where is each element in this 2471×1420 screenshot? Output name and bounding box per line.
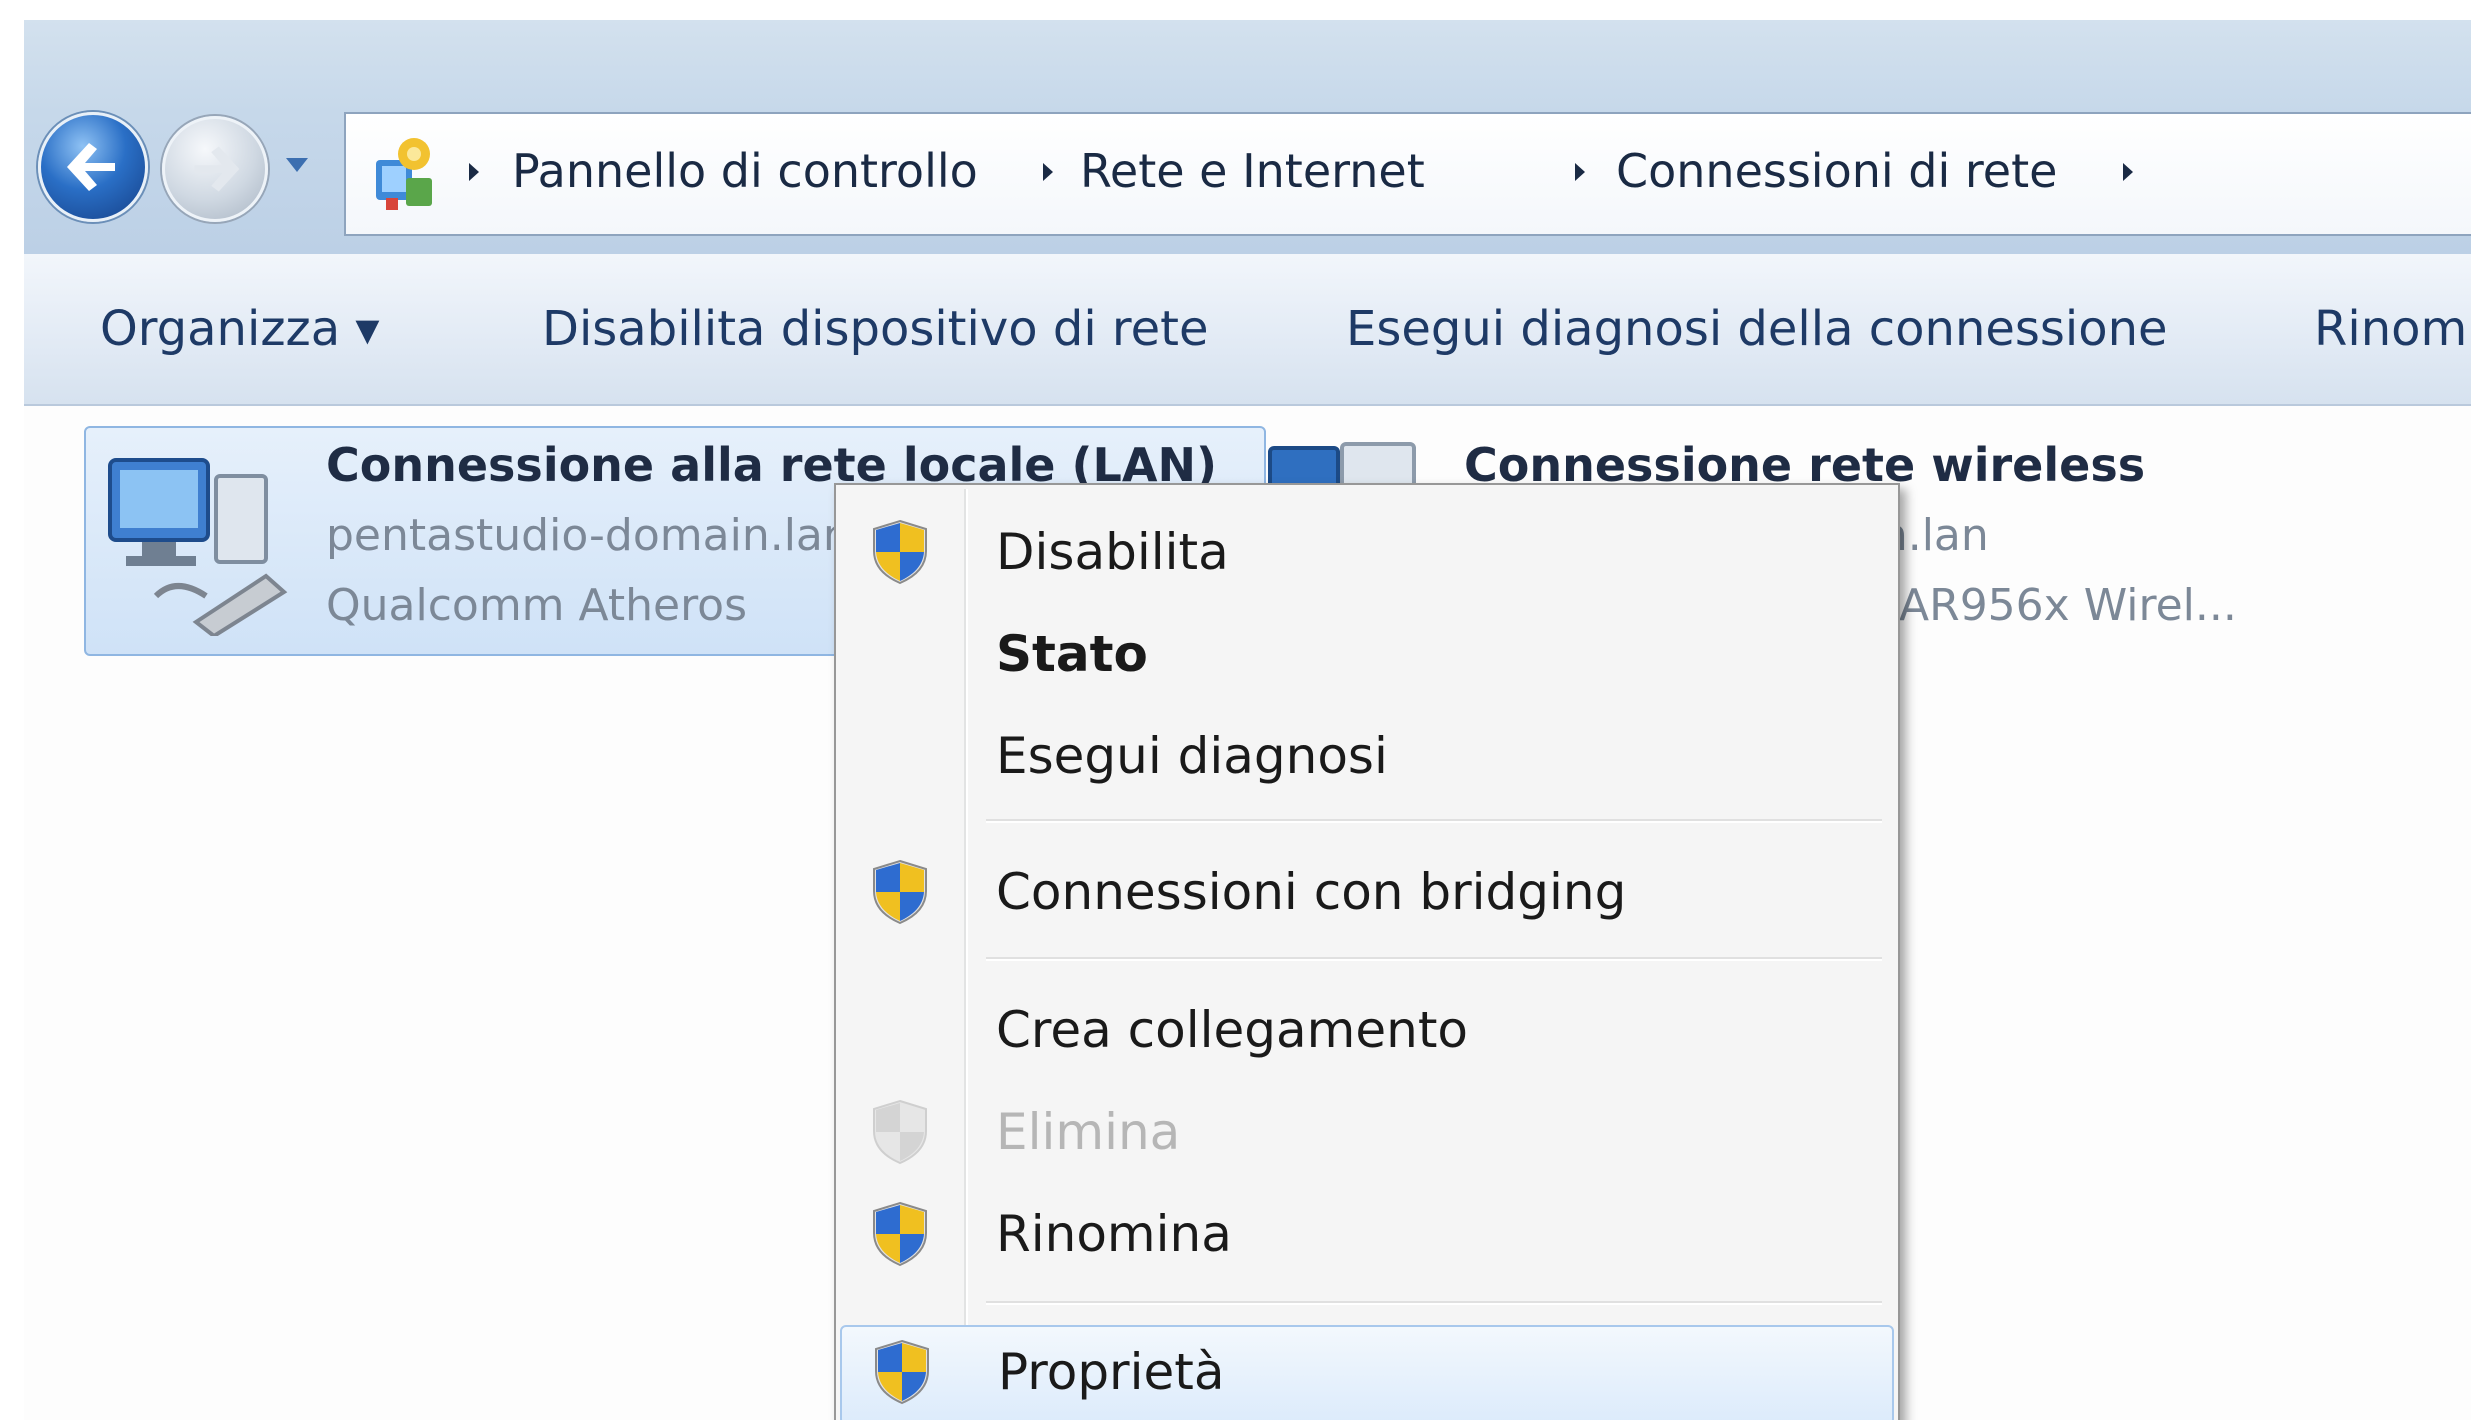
address-field[interactable]: Pannello di controllo Rete e Internet Co… <box>344 112 2471 236</box>
breadcrumb-control-panel[interactable]: Pannello di controllo <box>512 136 978 206</box>
menu-item-diagnose[interactable]: Esegui diagnosi <box>840 711 1890 801</box>
menu-item-label: Crea collegamento <box>996 1001 1469 1059</box>
breadcrumb-separator-icon[interactable] <box>2116 152 2140 192</box>
breadcrumb-network-internet[interactable]: Rete e Internet <box>1080 136 1425 206</box>
shield-icon <box>873 519 927 585</box>
explorer-window: Pannello di controllo Rete e Internet Co… <box>24 20 2471 1420</box>
connection-network: pentastudio-domain.lan <box>326 510 851 561</box>
connection-adapter: Qualcomm Atheros <box>326 580 748 631</box>
back-arrow-icon <box>67 143 115 191</box>
menu-item-label: Connessioni con bridging <box>996 863 1627 921</box>
menu-item-label: Stato <box>996 625 1148 683</box>
back-button[interactable] <box>38 112 148 222</box>
network-adapter-icon <box>108 458 288 636</box>
menu-separator <box>986 819 1882 823</box>
recent-pages-button[interactable] <box>282 150 312 180</box>
disable-device-button[interactable]: Disabilita dispositivo di rete <box>542 294 1209 364</box>
menu-item-delete[interactable]: Elimina <box>840 1087 1890 1177</box>
menu-item-rename[interactable]: Rinomina <box>840 1189 1890 1279</box>
chevron-down-icon <box>286 158 308 172</box>
navigation-bar: Pannello di controllo Rete e Internet Co… <box>24 20 2471 254</box>
context-menu: Disabilita Stato Esegui diagnosi Conness… <box>834 483 1900 1420</box>
shield-icon <box>873 859 927 925</box>
breadcrumb-separator-icon[interactable] <box>1036 152 1060 192</box>
control-panel-icon <box>376 138 432 210</box>
menu-item-properties[interactable]: Proprietà <box>840 1325 1894 1420</box>
menu-item-label: Rinomina <box>996 1205 1232 1263</box>
menu-item-label: Elimina <box>996 1103 1181 1161</box>
organize-button[interactable]: Organizza ▾ <box>100 294 379 364</box>
menu-item-status[interactable]: Stato <box>840 609 1890 699</box>
shield-icon <box>873 1201 927 1267</box>
menu-item-label: Proprietà <box>998 1343 1225 1401</box>
rename-button[interactable]: Rinom <box>2314 294 2467 364</box>
command-bar: Organizza ▾ Disabilita dispositivo di re… <box>24 254 2471 406</box>
forward-button[interactable] <box>162 116 268 222</box>
menu-separator <box>986 957 1882 961</box>
breadcrumb-separator-icon[interactable] <box>1568 152 1592 192</box>
shield-icon <box>873 1099 927 1165</box>
menu-item-bridge-connections[interactable]: Connessioni con bridging <box>840 847 1890 937</box>
menu-item-label: Disabilita <box>996 523 1229 581</box>
shield-icon <box>875 1339 929 1405</box>
breadcrumb-separator-icon[interactable] <box>462 152 486 192</box>
menu-item-create-shortcut[interactable]: Crea collegamento <box>840 985 1890 1075</box>
menu-separator <box>986 1301 1882 1305</box>
breadcrumb-network-connections[interactable]: Connessioni di rete <box>1616 136 2057 206</box>
forward-arrow-icon <box>194 146 240 192</box>
menu-item-label: Esegui diagnosi <box>996 727 1388 785</box>
diagnose-connection-button[interactable]: Esegui diagnosi della connessione <box>1346 294 2168 364</box>
menu-item-disable[interactable]: Disabilita <box>840 507 1890 597</box>
